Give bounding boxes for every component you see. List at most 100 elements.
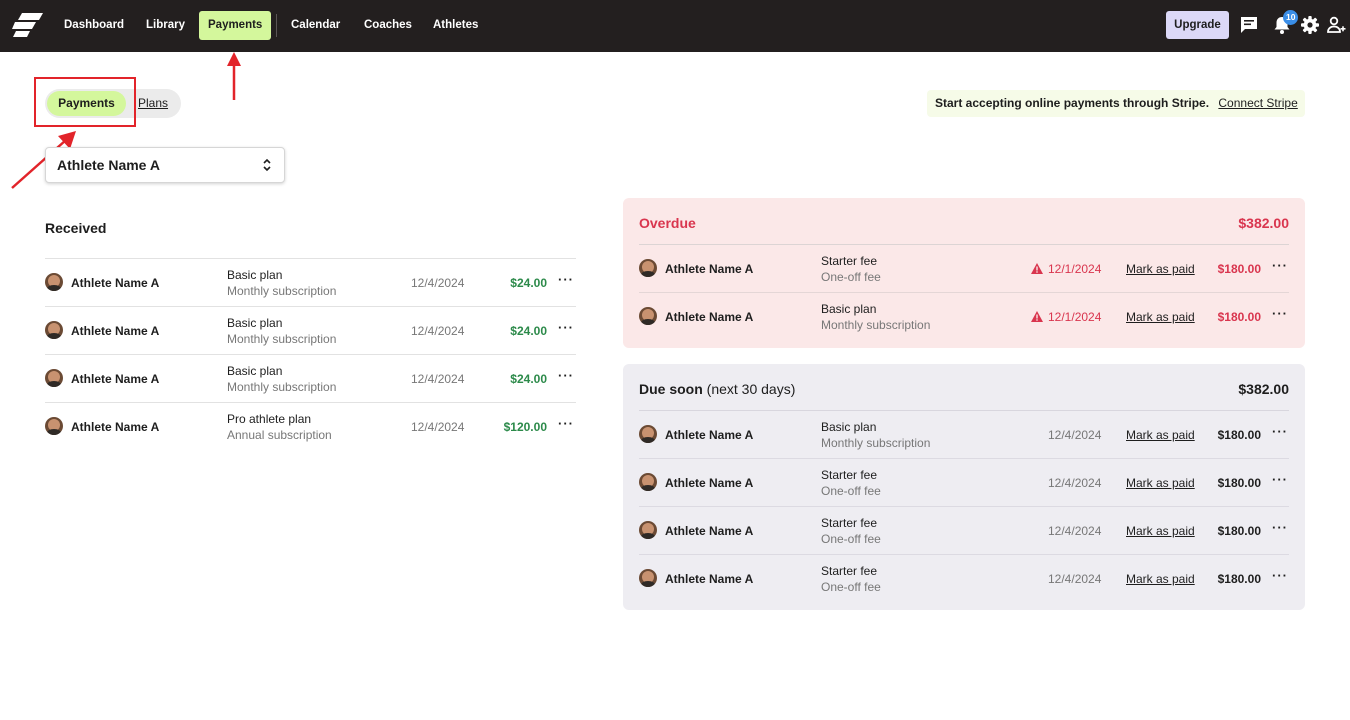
athlete-name: Athlete Name A bbox=[665, 428, 754, 442]
athlete-name: Athlete Name A bbox=[665, 572, 754, 586]
top-nav-bar: Dashboard Library Payments Calendar Coac… bbox=[0, 0, 1350, 52]
payment-date: 12/4/2024 bbox=[411, 324, 465, 338]
nav-library[interactable]: Library bbox=[137, 11, 194, 40]
plan-type: One-off fee bbox=[821, 532, 881, 546]
mark-as-paid-link[interactable]: Mark as paid bbox=[1126, 524, 1195, 538]
due-soon-panel: Due soon (next 30 days) $382.00 Athlete … bbox=[623, 364, 1305, 610]
plan-name: Starter fee bbox=[821, 516, 878, 530]
messages-icon[interactable] bbox=[1239, 15, 1259, 35]
due-soon-title-text: Due soon bbox=[639, 381, 703, 397]
due-soon-row: Athlete Name A Basic plan Monthly subscr… bbox=[639, 411, 1289, 459]
mark-as-paid-link[interactable]: Mark as paid bbox=[1126, 572, 1195, 586]
more-options-icon[interactable]: ··· bbox=[1272, 568, 1288, 583]
more-options-icon[interactable]: ··· bbox=[1272, 306, 1288, 321]
athlete-name: Athlete Name A bbox=[71, 420, 160, 434]
avatar bbox=[639, 259, 657, 277]
plan-type: Monthly subscription bbox=[227, 380, 337, 394]
plan-name: Basic plan bbox=[227, 364, 283, 378]
payment-amount: $180.00 bbox=[1217, 476, 1261, 490]
payment-date: 12/4/2024 bbox=[411, 372, 465, 386]
payment-amount: $180.00 bbox=[1217, 428, 1261, 442]
avatar bbox=[639, 521, 657, 539]
received-row: Athlete Name A Basic plan Monthly subscr… bbox=[45, 355, 576, 403]
athlete-name: Athlete Name A bbox=[665, 262, 754, 276]
due-date: 12/1/2024 bbox=[1048, 262, 1102, 276]
due-soon-total: $382.00 bbox=[1238, 381, 1289, 397]
mark-as-paid-link[interactable]: Mark as paid bbox=[1126, 428, 1195, 442]
due-date: 12/4/2024 bbox=[1048, 524, 1102, 538]
payment-amount: $120.00 bbox=[503, 420, 547, 434]
mark-as-paid-link[interactable]: Mark as paid bbox=[1126, 476, 1195, 490]
notification-badge: 10 bbox=[1283, 10, 1299, 25]
overdue-row: Athlete Name A Basic plan Monthly subscr… bbox=[639, 293, 1289, 341]
chevron-up-down-icon bbox=[263, 158, 271, 172]
more-options-icon[interactable]: ··· bbox=[1272, 472, 1288, 487]
more-options-icon[interactable]: ··· bbox=[558, 320, 574, 335]
due-date: 12/4/2024 bbox=[1048, 476, 1102, 490]
athlete-name: Athlete Name A bbox=[71, 276, 160, 290]
gear-icon[interactable] bbox=[1300, 15, 1320, 35]
plan-type: Monthly subscription bbox=[821, 436, 931, 450]
payment-amount: $180.00 bbox=[1217, 310, 1261, 324]
app-logo-icon[interactable] bbox=[12, 13, 44, 37]
plan-name: Basic plan bbox=[821, 420, 877, 434]
avatar bbox=[45, 369, 63, 387]
more-options-icon[interactable]: ··· bbox=[1272, 520, 1288, 535]
due-date: 12/4/2024 bbox=[1048, 572, 1102, 586]
plan-name: Basic plan bbox=[821, 302, 877, 316]
user-add-icon[interactable] bbox=[1326, 15, 1346, 35]
payment-amount: $24.00 bbox=[510, 372, 547, 386]
overdue-row: Athlete Name A Starter fee One-off fee 1… bbox=[639, 245, 1289, 293]
stripe-message: Start accepting online payments through … bbox=[935, 96, 1210, 110]
more-options-icon[interactable]: ··· bbox=[558, 368, 574, 383]
more-options-icon[interactable]: ··· bbox=[558, 416, 574, 431]
warning-icon bbox=[1031, 263, 1043, 274]
mark-as-paid-link[interactable]: Mark as paid bbox=[1126, 310, 1195, 324]
plan-name: Basic plan bbox=[227, 316, 283, 330]
nav-divider bbox=[276, 14, 277, 37]
nav-dashboard[interactable]: Dashboard bbox=[55, 11, 133, 40]
plan-name: Pro athlete plan bbox=[227, 412, 312, 426]
payment-date: 12/4/2024 bbox=[411, 276, 465, 290]
avatar bbox=[639, 569, 657, 587]
due-soon-note: (next 30 days) bbox=[706, 381, 796, 397]
nav-coaches[interactable]: Coaches bbox=[355, 11, 421, 40]
due-soon-row: Athlete Name A Starter fee One-off fee 1… bbox=[639, 459, 1289, 507]
mark-as-paid-link[interactable]: Mark as paid bbox=[1126, 262, 1195, 276]
received-title: Received bbox=[45, 220, 107, 236]
received-row: Athlete Name A Basic plan Monthly subscr… bbox=[45, 307, 576, 355]
plan-name: Starter fee bbox=[821, 564, 878, 578]
connect-stripe-link[interactable]: Connect Stripe bbox=[1218, 96, 1297, 110]
nav-payments[interactable]: Payments bbox=[199, 11, 272, 40]
overdue-total: $382.00 bbox=[1238, 215, 1289, 231]
payment-amount: $180.00 bbox=[1217, 262, 1261, 276]
due-soon-title: Due soon (next 30 days) bbox=[639, 381, 795, 397]
athlete-name: Athlete Name A bbox=[71, 324, 160, 338]
plan-type: Monthly subscription bbox=[227, 284, 337, 298]
received-row: Athlete Name A Basic plan Monthly subscr… bbox=[45, 259, 576, 307]
plan-type: Annual subscription bbox=[227, 428, 332, 442]
tab-plans[interactable]: Plans bbox=[138, 96, 168, 110]
avatar bbox=[45, 417, 63, 435]
due-date: 12/1/2024 bbox=[1048, 310, 1102, 324]
plan-type: One-off fee bbox=[821, 484, 881, 498]
plan-type: Monthly subscription bbox=[227, 332, 337, 346]
overdue-title: Overdue bbox=[639, 215, 696, 231]
athlete-name: Athlete Name A bbox=[71, 372, 160, 386]
avatar bbox=[45, 273, 63, 291]
received-row: Athlete Name A Pro athlete plan Annual s… bbox=[45, 403, 576, 451]
plan-type: One-off fee bbox=[821, 580, 881, 594]
upgrade-button[interactable]: Upgrade bbox=[1166, 11, 1229, 39]
more-options-icon[interactable]: ··· bbox=[1272, 258, 1288, 273]
avatar bbox=[639, 473, 657, 491]
athlete-name: Athlete Name A bbox=[665, 310, 754, 324]
warning-icon bbox=[1031, 311, 1043, 322]
avatar bbox=[639, 307, 657, 325]
more-options-icon[interactable]: ··· bbox=[1272, 424, 1288, 439]
athlete-name: Athlete Name A bbox=[665, 476, 754, 490]
athlete-select[interactable]: Athlete Name A bbox=[45, 147, 285, 183]
nav-calendar[interactable]: Calendar bbox=[282, 11, 349, 40]
overdue-panel: Overdue $382.00 Athlete Name A Starter f… bbox=[623, 198, 1305, 348]
nav-athletes[interactable]: Athletes bbox=[424, 11, 487, 40]
more-options-icon[interactable]: ··· bbox=[558, 272, 574, 287]
